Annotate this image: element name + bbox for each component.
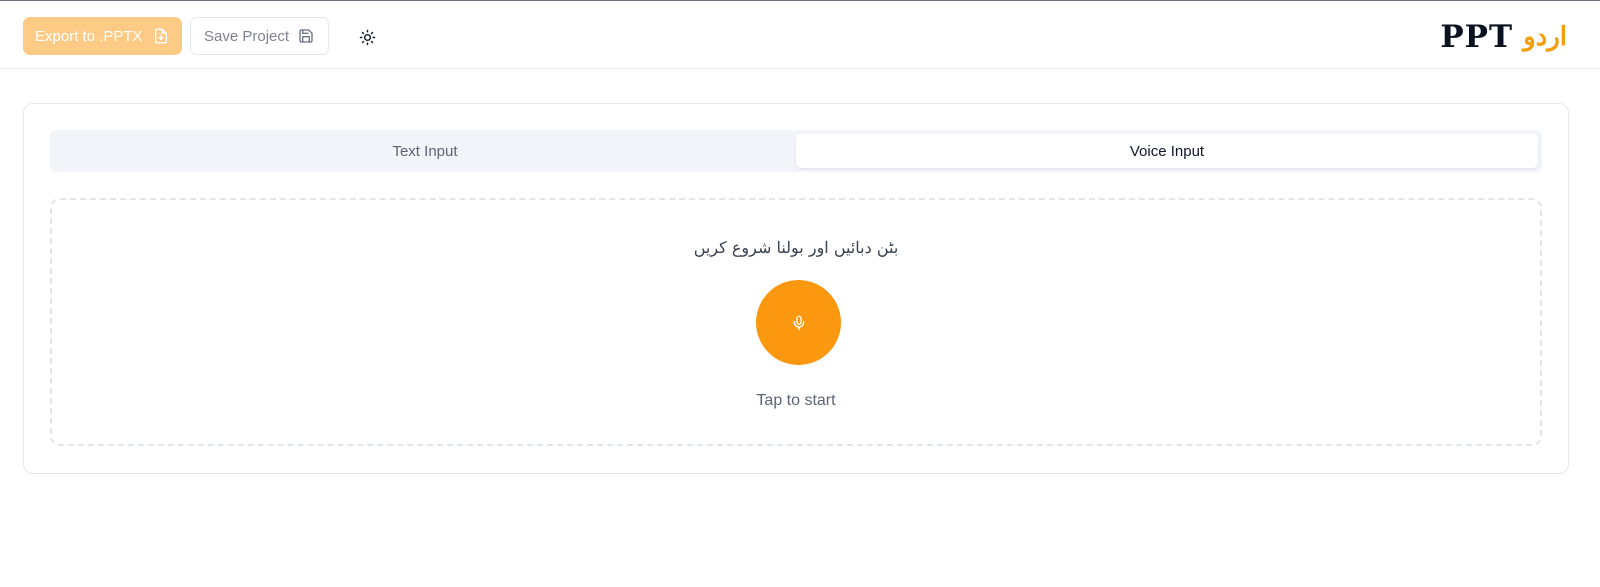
sun-icon xyxy=(359,29,376,46)
brand-urdu: اردو xyxy=(1523,22,1567,52)
microphone-icon xyxy=(791,315,807,331)
save-project-button[interactable]: Save Project xyxy=(190,17,329,55)
tap-to-start-hint: Tap to start xyxy=(756,392,836,409)
input-mode-tabs: Text Input Voice Input xyxy=(50,130,1542,172)
app-logo: PPT اردو xyxy=(1440,17,1567,57)
record-button[interactable] xyxy=(756,280,841,365)
export-button-label: Export to .PPTX xyxy=(35,27,143,45)
tab-voice-input[interactable]: Voice Input xyxy=(796,134,1538,168)
voice-input-panel: بٹن دبائیں اور بولنا شروع کریں Tap to st… xyxy=(50,198,1542,446)
brand-ppt: PPT xyxy=(1440,19,1514,55)
top-toolbar: Export to .PPTX Save Project PPT اردو xyxy=(0,0,1600,69)
file-download-icon xyxy=(153,28,169,44)
voice-instruction: بٹن دبائیں اور بولنا شروع کریں xyxy=(693,238,899,257)
input-card: Text Input Voice Input بٹن دبائیں اور بو… xyxy=(23,103,1569,474)
export-pptx-button[interactable]: Export to .PPTX xyxy=(23,17,182,55)
floppy-disk-icon xyxy=(298,28,314,44)
tab-text-input[interactable]: Text Input xyxy=(54,134,796,168)
theme-toggle-button[interactable] xyxy=(355,25,379,49)
save-button-label: Save Project xyxy=(204,27,290,45)
